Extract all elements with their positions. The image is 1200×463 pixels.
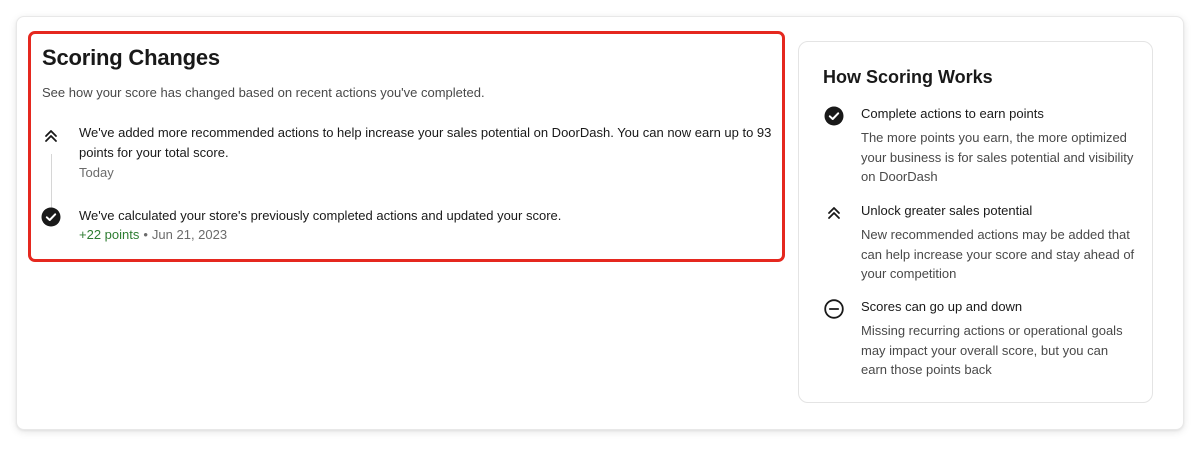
double-chevron-up-icon	[41, 126, 61, 146]
scoring-changes-title: Scoring Changes	[42, 45, 220, 70]
check-circle-icon	[41, 207, 61, 227]
scoring-changes-panel: Scoring Changes See how your score has c…	[28, 31, 785, 262]
timeline-entry-text: We've added more recommended actions to …	[79, 125, 772, 160]
double-chevron-up-icon	[823, 202, 845, 224]
how-item-description: New recommended actions may be added tha…	[861, 227, 1135, 281]
timeline-entry-date: Today	[79, 165, 114, 180]
timeline-entry-meta: +22 points • Jun 21, 2023	[79, 226, 227, 244]
timeline-line	[51, 154, 52, 212]
how-item-description: Missing recurring actions or operational…	[861, 323, 1123, 377]
minus-circle-icon	[823, 298, 845, 320]
how-item-title: Unlock greater sales potential	[861, 203, 1033, 218]
scoring-changes-subtitle: See how your score has changed based on …	[42, 85, 485, 100]
how-item-title: Scores can go up and down	[861, 299, 1023, 314]
timeline-entry-text: We've calculated your store's previously…	[79, 208, 562, 223]
check-circle-icon	[823, 105, 845, 127]
how-item-title: Complete actions to earn points	[861, 106, 1044, 121]
how-scoring-works-title: How Scoring Works	[823, 67, 993, 87]
timeline-entry-date: Jun 21, 2023	[151, 227, 228, 242]
points-earned: +22 points	[79, 227, 140, 242]
how-scoring-works-panel: How Scoring Works Complete actions to ea…	[798, 41, 1153, 403]
how-item-description: The more points you earn, the more optim…	[861, 130, 1134, 184]
meta-separator: •	[143, 227, 148, 242]
